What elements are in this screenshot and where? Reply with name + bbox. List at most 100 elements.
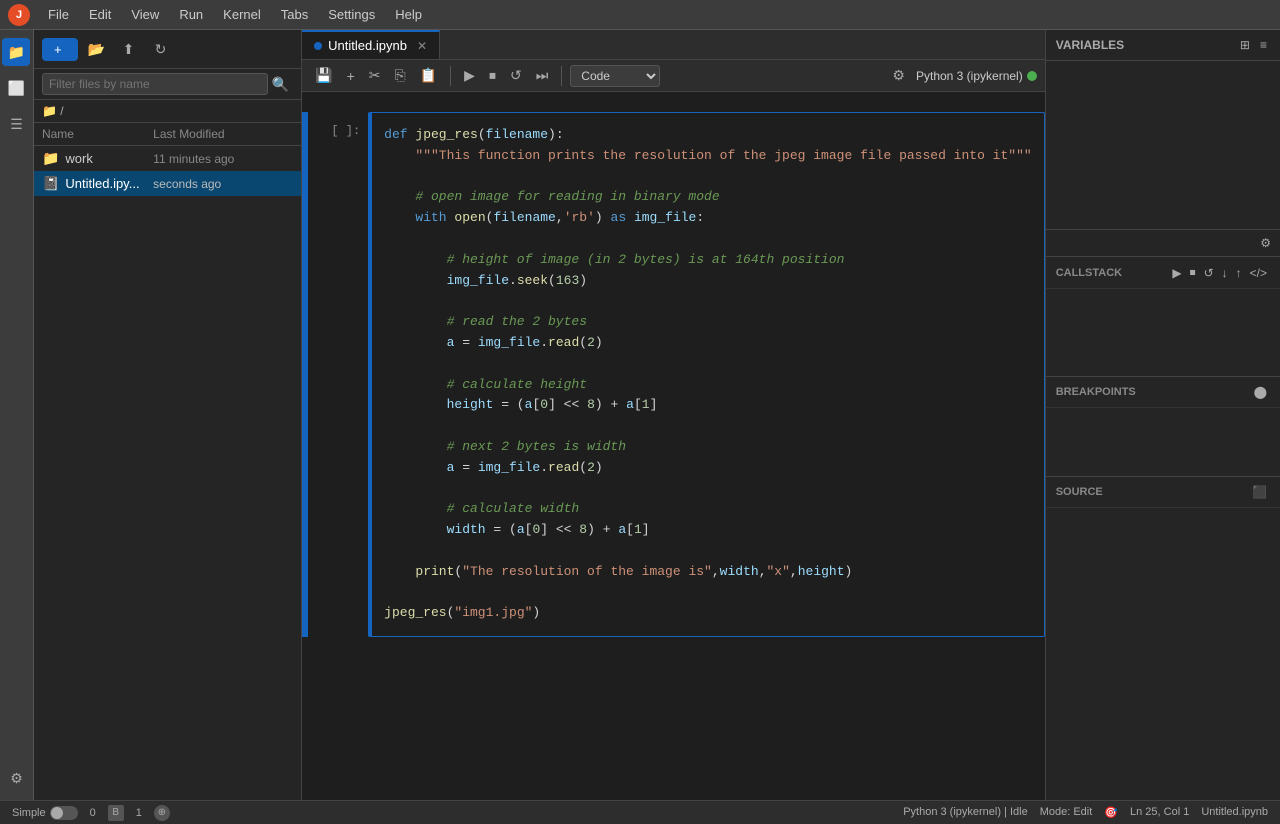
- callstack-stop-button[interactable]: ⏹: [1187, 263, 1199, 282]
- file-item-work[interactable]: 📁 work 11 minutes ago: [34, 146, 301, 171]
- cell-code-area[interactable]: def jpeg_res(filename): """This function…: [368, 112, 1045, 637]
- sidebar-files-icon[interactable]: 📁: [2, 38, 30, 66]
- sidebar-extensions-icon[interactable]: ⚙: [2, 764, 30, 792]
- right-panel-settings-button[interactable]: ⚙: [1257, 234, 1274, 252]
- sidebar-running-icon[interactable]: ⬜: [2, 74, 30, 102]
- right-panel: VARIABLES ⊞ ≡ ⚙ CALLSTACK ▶ ⏹ ↺ ↓ ↑: [1045, 30, 1280, 800]
- sidebar-toc-icon[interactable]: ☰: [2, 110, 30, 138]
- checkpoint-indicator[interactable]: B: [108, 805, 124, 821]
- plus-icon: +: [54, 42, 62, 57]
- kernel-idle-indicator: [1027, 71, 1037, 81]
- app-logo: J: [8, 4, 30, 26]
- menu-edit[interactable]: Edit: [81, 5, 119, 24]
- cell-code-content[interactable]: def jpeg_res(filename): """This function…: [372, 113, 1044, 636]
- toolbar-right: ⚙ Python 3 (ipykernel): [887, 64, 1036, 87]
- fast-forward-button[interactable]: ⏭: [531, 64, 554, 87]
- variables-layout-button[interactable]: ⊞: [1237, 36, 1253, 54]
- tab-label: Untitled.ipynb: [328, 38, 407, 53]
- variables-section: VARIABLES ⊞ ≡: [1046, 30, 1280, 230]
- breakpoints-content: [1046, 408, 1280, 468]
- variables-title: VARIABLES: [1056, 38, 1124, 52]
- menu-file[interactable]: File: [40, 5, 77, 24]
- variables-header-icons: ⊞ ≡: [1237, 36, 1270, 54]
- file-list-header: Name Last Modified: [34, 123, 301, 146]
- breadcrumb-path: /: [60, 104, 63, 118]
- breakpoints-title: BREAKPOINTS: [1056, 386, 1136, 398]
- tab-bar: Untitled.ipynb ✕: [302, 30, 1045, 60]
- source-title: SOURCE: [1056, 486, 1103, 498]
- menu-help[interactable]: Help: [387, 5, 430, 24]
- breakpoints-section: BREAKPOINTS ⬤: [1046, 377, 1280, 477]
- restart-kernel-button[interactable]: ↺: [505, 64, 527, 87]
- callstack-source-button[interactable]: </>: [1247, 263, 1270, 282]
- callstack-continue-button[interactable]: ▶: [1169, 263, 1184, 282]
- cursor-icon: 🎯: [1104, 806, 1118, 819]
- status-bar: Simple 0 B 1 ⊕ Python 3 (ipykernel) | Id…: [0, 800, 1280, 824]
- mode-status: Mode: Edit: [1040, 806, 1093, 819]
- column-modified-header: Last Modified: [153, 127, 293, 141]
- add-cell-button[interactable]: +: [342, 65, 360, 87]
- callstack-content: [1046, 289, 1280, 349]
- menu-tabs[interactable]: Tabs: [273, 5, 316, 24]
- folder-icon: 📁: [42, 104, 57, 118]
- kernel-info-status: Python 3 (ipykernel) | Idle: [903, 806, 1028, 819]
- cell-area: [ ]: def jpeg_res(filename): """This fun…: [302, 92, 1045, 800]
- menu-kernel[interactable]: Kernel: [215, 5, 269, 24]
- filename-status: Untitled.ipynb: [1201, 806, 1268, 819]
- run-cell-button[interactable]: ▶: [459, 64, 480, 87]
- toolbar-separator-2: [561, 66, 562, 86]
- interrupt-kernel-button[interactable]: ⏹: [484, 64, 501, 87]
- file-modified: 11 minutes ago: [153, 152, 293, 166]
- upload-button[interactable]: ⬆: [116, 36, 142, 62]
- right-panel-settings-row: ⚙: [1046, 230, 1280, 257]
- simple-mode-toggle[interactable]: Simple: [12, 806, 78, 820]
- breadcrumb: 📁 /: [34, 100, 301, 123]
- refresh-button[interactable]: ↻: [148, 36, 174, 62]
- callstack-title-row: CALLSTACK ▶ ⏹ ↺ ↓ ↑ </>: [1046, 257, 1280, 289]
- menu-bar: J File Edit View Run Kernel Tabs Setting…: [0, 0, 1280, 30]
- kernel-name: Python 3 (ipykernel): [916, 69, 1023, 83]
- file-list: 📁 work 11 minutes ago 📓 Untitled.ipy... …: [34, 146, 301, 800]
- menu-settings[interactable]: Settings: [320, 5, 383, 24]
- paste-cell-button[interactable]: 📋: [415, 64, 442, 87]
- callstack-stepinto-button[interactable]: ↓: [1219, 263, 1231, 282]
- callstack-section: CALLSTACK ▶ ⏹ ↺ ↓ ↑ </>: [1046, 257, 1280, 377]
- callstack-stepout-button[interactable]: ↑: [1233, 263, 1245, 282]
- file-name: work: [65, 151, 153, 166]
- file-item-notebook[interactable]: 📓 Untitled.ipy... seconds ago: [34, 171, 301, 196]
- callstack-stepover-button[interactable]: ↺: [1201, 263, 1217, 282]
- cell-execution-count: [ ]:: [308, 112, 368, 637]
- breakpoints-title-row: BREAKPOINTS ⬤: [1046, 377, 1280, 408]
- menu-view[interactable]: View: [123, 5, 167, 24]
- notebook-icon: 📓: [42, 175, 59, 192]
- source-icon-button[interactable]: ⬛: [1249, 483, 1270, 501]
- checkpoint-count: 0: [90, 807, 96, 819]
- callstack-controls: ▶ ⏹ ↺ ↓ ↑ </>: [1169, 263, 1270, 282]
- new-launcher-button[interactable]: +: [42, 38, 78, 61]
- ln-col-status: Ln 25, Col 1: [1130, 806, 1189, 819]
- cut-cell-button[interactable]: ✂: [364, 64, 386, 87]
- tab-close-button[interactable]: ✕: [417, 39, 427, 53]
- breakpoints-menu-button[interactable]: ⬤: [1251, 383, 1270, 401]
- file-toolbar: + 📂 ⬆ ↻: [34, 30, 301, 69]
- notebook-area: Untitled.ipynb ✕ 💾 + ✂ ⎘ 📋 ▶ ⏹ ↺ ⏭ Code …: [302, 30, 1045, 800]
- cell-count-indicator[interactable]: ⊕: [154, 805, 170, 821]
- cell-count: 1: [136, 807, 142, 819]
- search-input[interactable]: [42, 73, 268, 95]
- open-folder-button[interactable]: 📂: [84, 36, 110, 62]
- notebook-tab[interactable]: Untitled.ipynb ✕: [302, 30, 440, 59]
- kernel-settings-button[interactable]: ⚙: [887, 64, 910, 87]
- menu-run[interactable]: Run: [171, 5, 211, 24]
- source-title-row: SOURCE ⬛: [1046, 477, 1280, 508]
- code-cell[interactable]: [ ]: def jpeg_res(filename): """This fun…: [302, 112, 1045, 637]
- save-button[interactable]: 💾: [310, 64, 337, 87]
- copy-cell-button[interactable]: ⎘: [390, 64, 411, 87]
- toolbar-separator: [450, 66, 451, 86]
- search-bar: 🔍: [34, 69, 301, 100]
- simple-toggle-track[interactable]: [50, 806, 78, 820]
- search-button[interactable]: 🔍: [268, 74, 293, 95]
- tab-modified-indicator: [314, 42, 322, 50]
- source-section: SOURCE ⬛: [1046, 477, 1280, 800]
- cell-type-select[interactable]: Code Markdown Raw: [570, 65, 660, 87]
- variables-menu-button[interactable]: ≡: [1257, 36, 1270, 54]
